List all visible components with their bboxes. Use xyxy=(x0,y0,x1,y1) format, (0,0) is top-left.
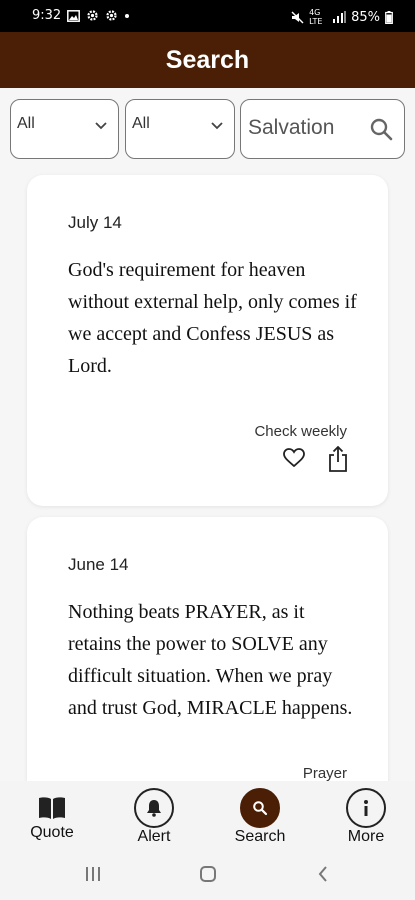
status-bar: 9:32 4G LTE 85% xyxy=(0,0,415,32)
mute-icon xyxy=(291,11,304,24)
nav-label-more: More xyxy=(347,828,385,845)
nav-label-quote: Quote xyxy=(30,824,74,841)
nav-item-search[interactable]: Search xyxy=(220,781,300,850)
chevron-down-icon xyxy=(210,118,224,136)
status-time: 9:32 xyxy=(32,8,62,23)
signal-icon xyxy=(332,11,347,23)
battery-level: 85% xyxy=(351,9,380,25)
bottom-nav: Quote Alert Search More xyxy=(0,781,415,850)
quote-category: Prayer xyxy=(302,765,347,782)
app-bar: Search xyxy=(0,32,415,88)
network-label: 4G LTE xyxy=(309,8,323,26)
system-nav-bar xyxy=(0,850,415,900)
image-icon xyxy=(67,9,81,22)
type-select[interactable]: All xyxy=(125,99,235,159)
gear-icon xyxy=(105,9,118,22)
home-icon[interactable] xyxy=(199,865,217,888)
share-icon[interactable] xyxy=(328,445,348,477)
search-input[interactable]: Salvation xyxy=(240,99,405,159)
book-icon xyxy=(32,788,72,828)
category-select-value: All xyxy=(17,115,35,132)
search-input-value: Salvation xyxy=(248,116,335,139)
quote-text: Nothing beats PRAYER, as it retains the … xyxy=(68,601,353,719)
quote-date: July 14 xyxy=(68,213,122,232)
dot-icon xyxy=(124,13,130,19)
quote-date: June 14 xyxy=(68,555,129,574)
recent-apps-icon[interactable] xyxy=(84,865,102,888)
quote-text: God's requirement for heaven without ext… xyxy=(68,259,357,377)
nav-item-quote[interactable]: Quote xyxy=(12,781,92,850)
heart-icon[interactable] xyxy=(283,448,305,473)
search-icon[interactable] xyxy=(369,117,393,146)
nav-label-alert: Alert xyxy=(137,828,171,845)
chevron-down-icon xyxy=(94,118,108,136)
category-select[interactable]: All xyxy=(10,99,119,159)
quote-card: July 14 God's requirement for heaven wit… xyxy=(27,175,388,506)
back-icon[interactable] xyxy=(316,865,330,888)
bell-icon xyxy=(134,788,174,828)
quote-category: Check weekly xyxy=(254,423,347,440)
type-select-value: All xyxy=(132,115,150,132)
battery-icon xyxy=(385,10,393,24)
info-icon xyxy=(346,788,386,828)
nav-item-alert[interactable]: Alert xyxy=(114,781,194,850)
nav-item-more[interactable]: More xyxy=(326,781,406,850)
search-icon xyxy=(240,788,280,828)
gear-icon xyxy=(86,9,99,22)
nav-label-search: Search xyxy=(234,828,286,845)
page-title: Search xyxy=(165,46,250,74)
